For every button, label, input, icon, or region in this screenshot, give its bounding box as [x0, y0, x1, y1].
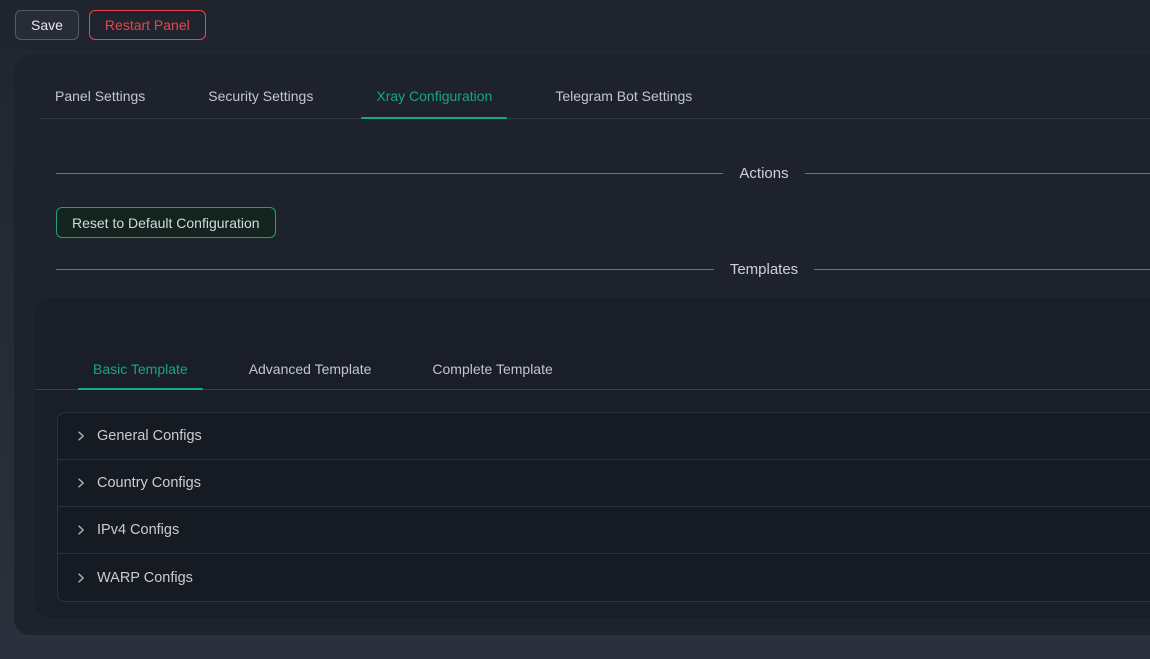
collapse-label: WARP Configs: [97, 570, 193, 586]
collapse-ipv4-configs[interactable]: IPv4 Configs: [58, 507, 1150, 554]
chevron-right-icon: [75, 477, 87, 489]
save-button[interactable]: Save: [15, 10, 79, 40]
tab-panel-settings[interactable]: Panel Settings: [40, 55, 160, 118]
collapse-general-configs[interactable]: General Configs: [58, 413, 1150, 460]
collapse-country-configs[interactable]: Country Configs: [58, 460, 1150, 507]
actions-divider: Actions: [56, 163, 1150, 184]
chevron-right-icon: [75, 430, 87, 442]
restart-panel-button[interactable]: Restart Panel: [89, 10, 206, 40]
tab-complete-template[interactable]: Complete Template: [417, 347, 567, 389]
topbar: Save Restart Panel: [0, 0, 1150, 50]
tab-advanced-template[interactable]: Advanced Template: [234, 347, 387, 389]
collapse-label: General Configs: [97, 428, 202, 444]
tab-basic-template[interactable]: Basic Template: [78, 347, 203, 389]
template-tab-bar: Basic Template Advanced Template Complet…: [35, 298, 1150, 390]
actions-divider-label: Actions: [739, 163, 788, 184]
settings-tab-bar: Panel Settings Security Settings Xray Co…: [40, 55, 1150, 119]
collapse-label: Country Configs: [97, 475, 201, 491]
tab-telegram-bot-settings[interactable]: Telegram Bot Settings: [540, 55, 707, 118]
templates-card: Basic Template Advanced Template Complet…: [35, 298, 1150, 618]
tab-xray-configuration[interactable]: Xray Configuration: [361, 55, 507, 118]
collapse-warp-configs[interactable]: WARP Configs: [58, 554, 1150, 601]
templates-divider: Templates: [56, 259, 1150, 280]
collapse-label: IPv4 Configs: [97, 522, 179, 538]
settings-card: Panel Settings Security Settings Xray Co…: [14, 55, 1150, 635]
tab-security-settings[interactable]: Security Settings: [193, 55, 328, 118]
templates-divider-label: Templates: [730, 259, 798, 280]
chevron-right-icon: [75, 572, 87, 584]
chevron-right-icon: [75, 524, 87, 536]
config-collapse-group: General Configs Country Configs IPv4 Con…: [57, 412, 1150, 602]
reset-default-config-button[interactable]: Reset to Default Configuration: [56, 207, 276, 238]
